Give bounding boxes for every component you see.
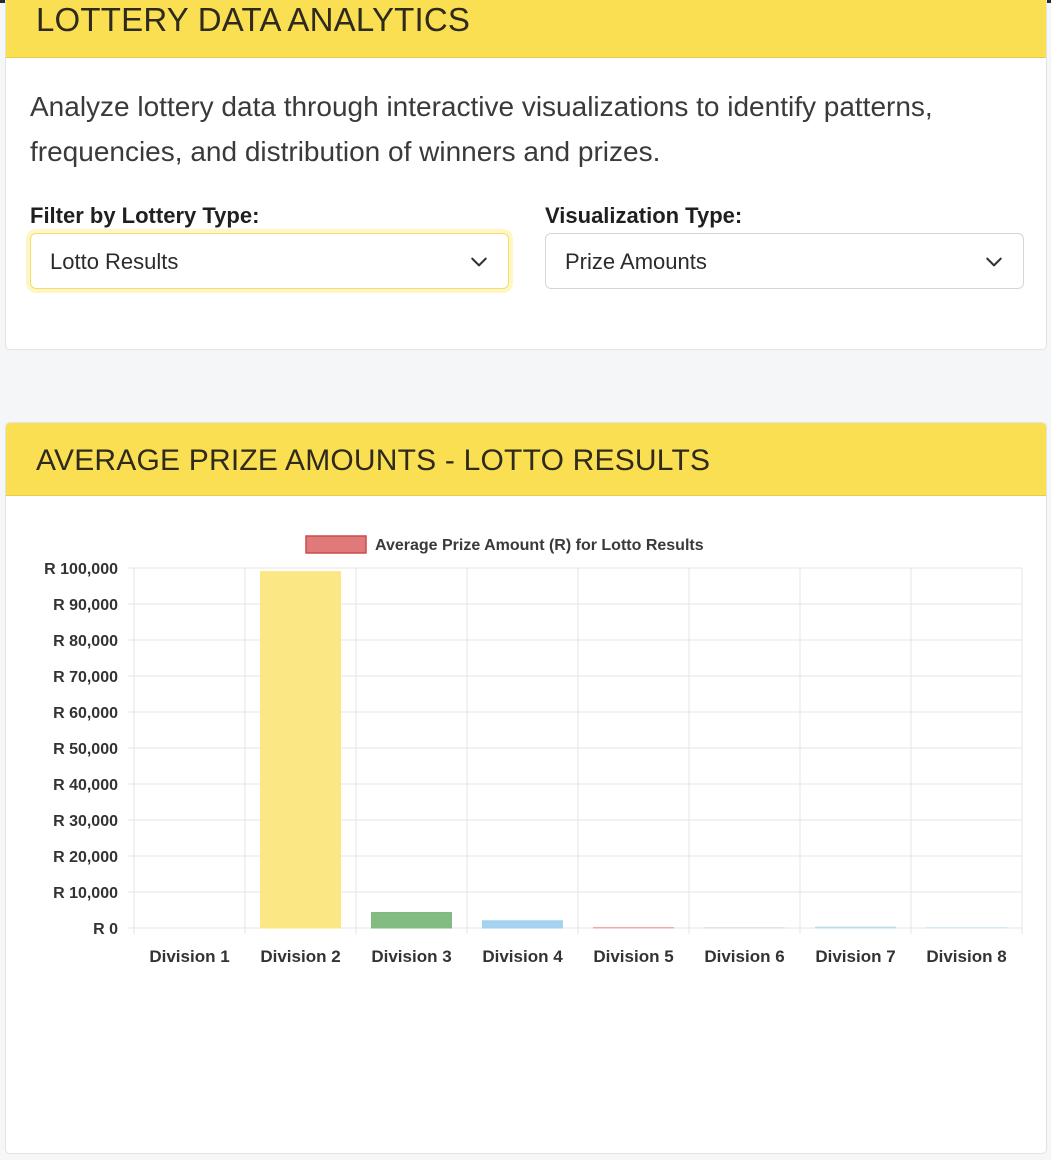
lottery-type-value: Lotto Results — [50, 249, 179, 274]
chart-title: AVERAGE PRIZE AMOUNTS - LOTTO RESULTS — [6, 423, 1046, 496]
y-tick-label: R 40,000 — [53, 777, 118, 794]
y-tick-label: R 80,000 — [53, 633, 118, 650]
chart-container: R 0 R 10,000 R 20,000 R 30,000 R 40,000 R 50,… — [6, 496, 1046, 1096]
chevron-down-icon — [471, 257, 487, 267]
lottery-type-select[interactable]: Lotto Results — [30, 233, 509, 289]
y-tick-label: R 50,000 — [53, 741, 118, 758]
y-tick-label: R 60,000 — [53, 705, 118, 722]
x-tick-label: Division 3 — [371, 947, 451, 966]
chart-bars — [260, 571, 1007, 929]
bar-chart: R 0 R 10,000 R 20,000 R 30,000 R 40,000 R 50,… — [44, 535, 1023, 966]
x-tick-label: Division 5 — [593, 947, 673, 966]
x-tick-label: Division 8 — [926, 947, 1006, 966]
y-axis-ticks: R 0 R 10,000 R 20,000 R 30,000 R 40,000 R 50,… — [44, 561, 118, 938]
x-tick-label: Division 2 — [260, 947, 340, 966]
page-title: LOTTERY DATA ANALYTICS — [6, 0, 1046, 58]
bar-division-4[interactable] — [482, 920, 563, 929]
y-tick-label: R 100,000 — [44, 561, 118, 578]
x-tick-label: Division 6 — [704, 947, 784, 966]
bar-division-7[interactable] — [815, 926, 896, 929]
y-tick-label: R 70,000 — [53, 669, 118, 686]
y-tick-label: R 20,000 — [53, 849, 118, 866]
y-tick-label: R 90,000 — [53, 597, 118, 614]
legend-swatch — [305, 535, 367, 554]
x-tick-label: Division 4 — [482, 947, 563, 966]
bar-division-2[interactable] — [260, 571, 341, 929]
lottery-type-label: Filter by Lottery Type: — [30, 203, 260, 228]
bar-division-5[interactable] — [593, 926, 674, 929]
visualization-type-value: Prize Amounts — [565, 249, 707, 274]
x-tick-label: Division 1 — [149, 947, 229, 966]
page-description: Analyze lottery data through interactive… — [30, 91, 933, 167]
legend-label: Average Prize Amount (R) for Lotto Resul… — [375, 537, 704, 554]
visualization-type-label: Visualization Type: — [545, 203, 743, 228]
y-tick-label: R 30,000 — [53, 813, 118, 830]
chevron-down-icon — [986, 257, 1002, 267]
y-tick-label: R 0 — [93, 921, 118, 938]
controls-card: LOTTERY DATA ANALYTICS Analyze lottery d… — [5, 0, 1047, 350]
x-axis-ticks: Division 1 Division 2 Division 3 Division 4… — [149, 947, 1006, 966]
visualization-type-select[interactable]: Prize Amounts — [545, 233, 1024, 289]
x-tick-label: Division 7 — [815, 947, 895, 966]
chart-legend[interactable]: Average Prize Amount (R) for Lotto Resul… — [305, 535, 704, 554]
y-tick-label: R 10,000 — [53, 885, 118, 902]
chart-card: AVERAGE PRIZE AMOUNTS - LOTTO RESULTS R … — [5, 422, 1047, 1154]
bar-division-3[interactable] — [371, 912, 452, 929]
